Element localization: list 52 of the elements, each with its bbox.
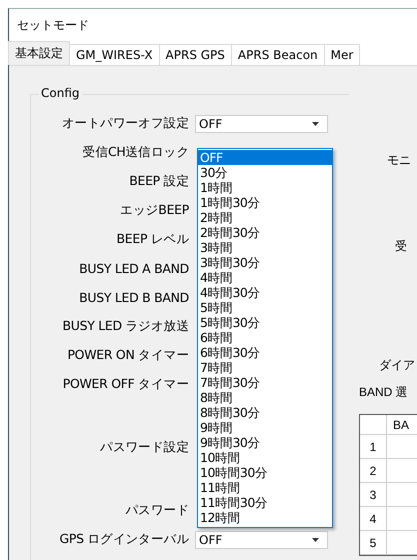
setting-label: BUSY LED A BAND bbox=[78, 261, 189, 276]
caret-icon bbox=[312, 538, 319, 542]
dropdown-option[interactable]: 6時間30分 bbox=[198, 345, 332, 360]
setting-label: パスワード設定 bbox=[99, 439, 189, 456]
setting-label: BUSY LED ラジオ放送 bbox=[61, 318, 189, 335]
dropdown-option[interactable]: 4時間 bbox=[198, 270, 332, 285]
dropdown-option[interactable]: 7時間 bbox=[198, 360, 332, 375]
tab[interactable]: GM_WIRES-X bbox=[69, 44, 160, 65]
dropdown-field[interactable]: OFF bbox=[195, 530, 328, 548]
column-header: BA bbox=[392, 416, 410, 434]
dropdown-option[interactable]: 10時間 bbox=[198, 450, 332, 465]
setting-label: BAND 選 bbox=[359, 384, 408, 401]
dropdown-option[interactable]: 11時間 bbox=[198, 480, 332, 495]
tab[interactable]: 基本設定 bbox=[8, 41, 70, 65]
dropdown-option[interactable]: 2時間 bbox=[198, 210, 332, 225]
dropdown-option[interactable]: 7時間30分 bbox=[198, 375, 332, 390]
dropdown-option[interactable]: 3時間 bbox=[198, 240, 332, 255]
setting-label: POWER ON タイマー bbox=[66, 347, 189, 364]
dropdown-option[interactable]: 9時間 bbox=[198, 420, 332, 435]
dropdown-option[interactable]: 5時間 bbox=[198, 300, 332, 315]
setting-label: オートパワーオフ設定 bbox=[60, 115, 189, 132]
setting-label: ダイア bbox=[379, 357, 415, 374]
dropdown-option[interactable]: 3時間30分 bbox=[198, 255, 332, 270]
dropdown-option[interactable]: 11時間30分 bbox=[198, 495, 332, 510]
setting-label: BUSY LED B BAND bbox=[78, 290, 189, 305]
dropdown-option[interactable]: 9時間30分 bbox=[198, 435, 332, 450]
dropdown-option[interactable]: 8時間 bbox=[198, 390, 332, 405]
setting-label: POWER OFF タイマー bbox=[62, 376, 189, 393]
setting-label: エッジBEEP bbox=[119, 202, 189, 219]
setting-label: 受信CH送信ロック bbox=[82, 144, 189, 161]
setting-label: モニ bbox=[387, 152, 411, 169]
dropdown-option[interactable]: 1時間30分 bbox=[198, 195, 332, 210]
window-title: セットモード bbox=[17, 17, 89, 34]
setting-label: BEEP レベル bbox=[116, 231, 189, 248]
dropdown-option[interactable]: 2時間30分 bbox=[198, 225, 332, 240]
dropdown-option[interactable]: OFF bbox=[198, 150, 332, 165]
group-title: Config bbox=[39, 86, 82, 100]
dropdown-field[interactable]: OFF bbox=[195, 114, 328, 132]
tab[interactable]: Mer bbox=[324, 44, 360, 65]
setting-label: 受 bbox=[395, 238, 407, 255]
dropdown-option[interactable]: 6時間 bbox=[198, 330, 332, 345]
dropdown-option[interactable]: 10時間30分 bbox=[198, 465, 332, 480]
caret-icon bbox=[312, 122, 319, 126]
dropdown-option[interactable]: 1時間 bbox=[198, 180, 332, 195]
setting-label: GPS ログインターバル bbox=[58, 531, 189, 548]
dropdown-option[interactable]: 5時間30分 bbox=[198, 315, 332, 330]
dropdown-option[interactable]: 4時間30分 bbox=[198, 285, 332, 300]
dropdown-option[interactable]: 30分 bbox=[198, 165, 332, 180]
dropdown-option[interactable]: 12時間 bbox=[198, 510, 332, 525]
setting-label: パスワード bbox=[124, 502, 189, 519]
dropdown-option[interactable]: 8時間30分 bbox=[198, 405, 332, 420]
setting-label: BEEP 設定 bbox=[128, 173, 189, 190]
